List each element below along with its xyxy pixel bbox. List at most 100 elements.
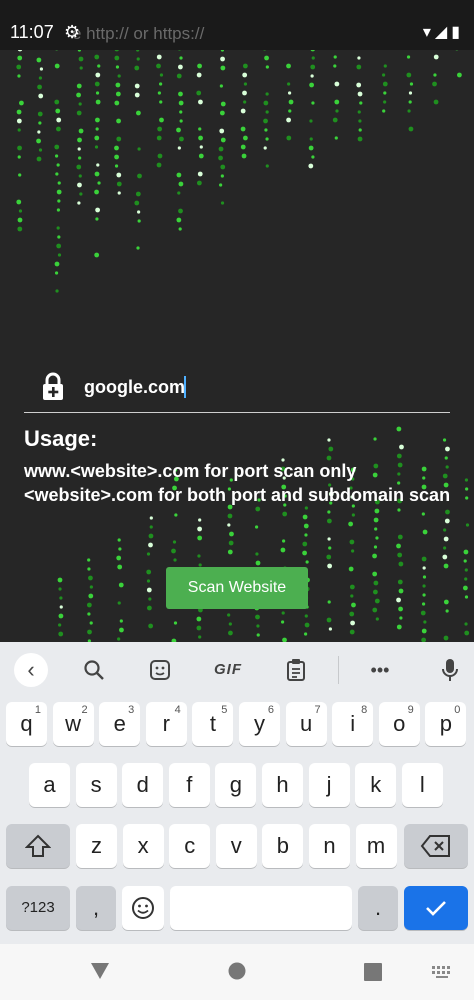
triangle-back-icon[interactable] [90, 962, 110, 980]
key-k[interactable]: k [355, 763, 397, 807]
rain-glyph [117, 538, 121, 542]
rain-glyph [95, 207, 101, 213]
key-a[interactable]: a [29, 763, 70, 807]
symbols-key[interactable]: ?123 [6, 886, 70, 930]
rain-glyph [17, 217, 23, 223]
key-i[interactable]: i8 [332, 702, 374, 746]
key-e[interactable]: e3 [99, 702, 141, 746]
rain-glyph [445, 446, 450, 452]
rain-glyph [37, 130, 41, 134]
scan-website-button[interactable]: Scan Website [166, 567, 308, 609]
rain-glyph [243, 100, 247, 104]
key-c[interactable]: c [169, 824, 211, 868]
key-w[interactable]: w2 [52, 702, 94, 746]
rain-glyph [373, 589, 378, 595]
keyboard-switch-icon[interactable] [432, 966, 454, 980]
rain-glyph [464, 622, 468, 626]
more-dots-icon[interactable]: ••• [364, 654, 396, 686]
space-key[interactable] [170, 886, 352, 930]
rain-glyph [374, 508, 380, 514]
rain-glyph [57, 235, 61, 239]
search-icon[interactable] [78, 654, 110, 686]
key-h[interactable]: h [262, 763, 303, 807]
key-o[interactable]: o9 [378, 702, 420, 746]
rain-glyph [77, 182, 82, 188]
rain-glyph [179, 136, 184, 142]
key-label: s [90, 772, 102, 797]
key-label: t [209, 711, 216, 736]
rain-glyph [87, 558, 91, 562]
rain-glyph [382, 73, 386, 77]
key-x[interactable]: x [122, 824, 164, 868]
rain-glyph [119, 619, 123, 623]
rain-glyph [374, 598, 380, 604]
rain-glyph [406, 72, 412, 78]
key-b[interactable]: b [262, 824, 304, 868]
rain-glyph [457, 72, 462, 78]
rain-glyph [240, 126, 246, 132]
sticker-icon[interactable] [144, 654, 176, 686]
period-key[interactable]: . [358, 886, 398, 930]
rain-glyph [159, 100, 163, 104]
rain-glyph [176, 73, 182, 79]
mic-icon[interactable] [434, 654, 466, 686]
backspace-key[interactable] [404, 824, 468, 868]
key-z[interactable]: z [76, 824, 117, 868]
rain-glyph [240, 144, 246, 150]
rain-glyph [374, 527, 378, 531]
gif-button[interactable]: GIF [210, 654, 246, 686]
key-d[interactable]: d [122, 763, 164, 807]
rain-glyph [302, 541, 308, 547]
rain-glyph [326, 617, 332, 623]
key-label: v [230, 833, 242, 858]
rain-glyph [421, 628, 427, 634]
rain-glyph [198, 153, 204, 159]
square-recents-icon[interactable] [364, 963, 382, 981]
key-v[interactable]: v [215, 824, 257, 868]
rain-glyph [136, 246, 140, 250]
rain-glyph [219, 110, 225, 116]
enter-key[interactable] [404, 886, 468, 930]
rain-glyph [88, 575, 93, 581]
key-r[interactable]: r4 [145, 702, 187, 746]
key-y[interactable]: y6 [239, 702, 280, 746]
rain-glyph [349, 629, 355, 635]
key-label: z [91, 833, 102, 858]
rain-glyph [117, 564, 123, 570]
comma-key[interactable]: , [76, 886, 116, 930]
key-f[interactable]: f [168, 763, 210, 807]
rain-glyph [38, 76, 43, 80]
rain-glyph [409, 82, 414, 86]
rain-glyph [372, 571, 378, 577]
key-p[interactable]: p0 [425, 702, 467, 746]
clipboard-icon[interactable] [280, 654, 312, 686]
key-j[interactable]: j [308, 763, 350, 807]
rain-glyph [311, 101, 315, 105]
url-input[interactable] [82, 372, 436, 402]
rain-glyph [303, 523, 309, 529]
chevron-left-icon[interactable]: ‹ [14, 653, 48, 687]
key-u[interactable]: u7 [285, 702, 327, 746]
key-l[interactable]: l [401, 763, 443, 807]
key-m[interactable]: m [355, 824, 397, 868]
rain-glyph [117, 191, 121, 195]
rain-glyph [351, 602, 356, 608]
shift-key[interactable] [6, 824, 70, 868]
usage-title: Usage: [24, 426, 98, 451]
rain-glyph [304, 614, 308, 618]
key-q[interactable]: q1 [6, 702, 47, 746]
emoji-key[interactable] [122, 886, 164, 930]
key-label: w [65, 711, 82, 736]
key-n[interactable]: n [309, 824, 350, 868]
rain-glyph [95, 91, 100, 95]
key-hint: 4 [174, 704, 181, 716]
key-g[interactable]: g [215, 763, 257, 807]
key-s[interactable]: s [75, 763, 117, 807]
rain-glyph [94, 145, 99, 149]
rain-glyph [149, 525, 153, 529]
rain-glyph [351, 549, 355, 553]
rain-glyph [159, 117, 164, 123]
circle-home-icon[interactable] [228, 962, 246, 980]
key-t[interactable]: t5 [192, 702, 234, 746]
url-row [24, 366, 450, 413]
